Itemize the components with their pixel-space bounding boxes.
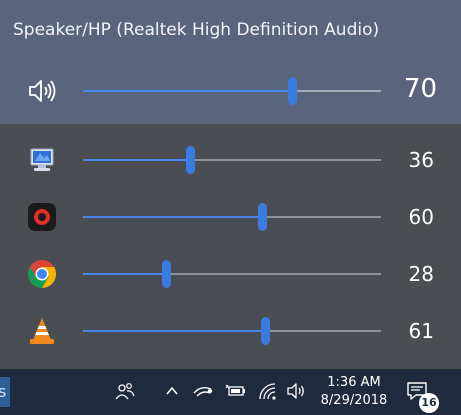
app-volume-value: 36 [408, 148, 434, 172]
app-volume-slider[interactable] [83, 203, 381, 231]
audio-device-title[interactable]: Speaker/HP (Realtek High Definition Audi… [13, 20, 379, 40]
taskbar: s 1:36 AM 8/29/2018 16 [0, 369, 461, 415]
clock-time: 1:36 AM [327, 375, 381, 390]
app-volume-fill [83, 216, 262, 218]
app-volume-thumb[interactable] [186, 146, 196, 174]
app-row-chrome: 28 [0, 254, 461, 294]
screen-recorder-icon[interactable] [26, 201, 58, 233]
app-volume-thumb[interactable] [257, 203, 267, 231]
master-volume-fill [83, 90, 292, 92]
vlc-icon[interactable] [26, 315, 58, 347]
system-sounds-icon[interactable] [26, 144, 58, 176]
notification-count-badge: 16 [419, 393, 439, 413]
app-row-system-sounds: 36 [0, 140, 461, 180]
app-volume-fill [83, 159, 191, 161]
app-row-screen-recorder: 60 [0, 197, 461, 237]
app-volume-mixer: 36 60 28 61 [0, 124, 461, 369]
app-volume-thumb[interactable] [260, 317, 270, 345]
app-volume-slider[interactable] [83, 317, 381, 345]
chrome-icon[interactable] [26, 258, 58, 290]
clock-date: 8/29/2018 [320, 393, 388, 408]
master-volume-row: 70 [0, 71, 461, 111]
app-volume-value: 60 [408, 205, 434, 229]
wifi-icon[interactable] [255, 378, 281, 404]
app-row-vlc: 61 [0, 311, 461, 351]
app-volume-slider[interactable] [83, 260, 381, 288]
battery-icon[interactable] [222, 378, 248, 404]
master-volume-slider[interactable] [83, 77, 381, 105]
taskbar-app-button[interactable]: s [0, 377, 10, 407]
volume-flyout-header: Speaker/HP (Realtek High Definition Audi… [0, 0, 461, 124]
network-connection-icon[interactable] [190, 378, 216, 404]
master-volume-thumb[interactable] [287, 77, 297, 105]
app-volume-slider[interactable] [83, 146, 381, 174]
taskbar-clock[interactable]: 1:36 AM 8/29/2018 [318, 374, 390, 410]
app-volume-value: 61 [408, 319, 434, 343]
master-volume-value: 70 [403, 74, 437, 104]
people-icon[interactable] [112, 378, 138, 404]
app-volume-thumb[interactable] [162, 260, 172, 288]
app-volume-value: 28 [408, 262, 434, 286]
chevron-up-icon[interactable] [159, 378, 185, 404]
volume-tray-icon[interactable] [284, 378, 310, 404]
app-volume-fill [83, 330, 265, 332]
speaker-volume-icon[interactable] [26, 75, 58, 107]
app-volume-fill [83, 273, 167, 275]
